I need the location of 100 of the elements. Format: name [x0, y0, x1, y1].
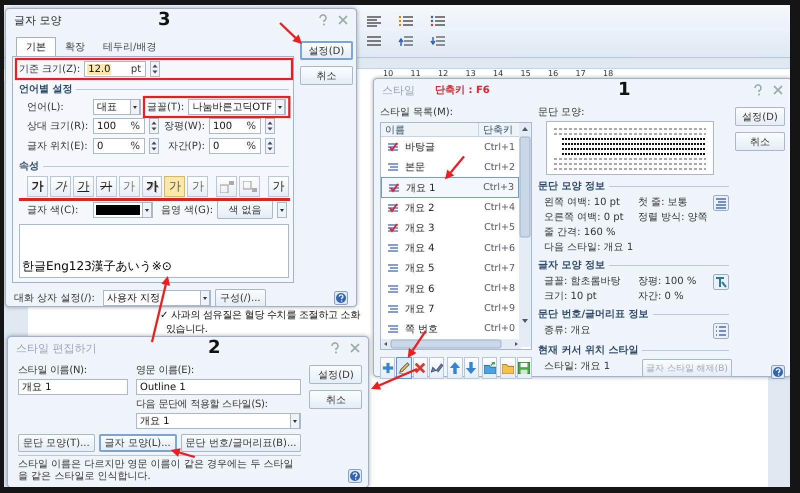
button[interactable]: 설정(D): [735, 107, 785, 126]
font-dropdown[interactable]: 나눔바른고딕OTF: [188, 99, 286, 115]
info-text: 정렬 방식: 양쪽: [638, 211, 709, 224]
window-title: 글자 모양: [14, 12, 62, 28]
up-arrow-icon: [448, 362, 461, 374]
button[interactable]: 구성(/)...: [214, 289, 266, 307]
paragraph-format-icon[interactable]: [366, 15, 382, 27]
text-field[interactable]: 개요 1: [18, 379, 128, 395]
field-label: 상대 크기(R):: [26, 120, 89, 133]
button[interactable]: 글자 모양(L)...: [98, 434, 177, 452]
button[interactable]: 문단 모양(T)...: [18, 434, 95, 452]
tab[interactable]: 확장: [56, 38, 94, 56]
section-label: 문단 번호/글머리표 정보: [538, 308, 649, 321]
color-button[interactable]: 색 없음: [217, 200, 274, 219]
toolbar-button[interactable]: [412, 357, 428, 379]
size-field[interactable]: 12.0 pt: [84, 61, 146, 77]
info-text: 줄 간격: 160 %: [544, 226, 616, 239]
text-effect-button[interactable]: 가: [96, 176, 117, 197]
text-effect-button[interactable]: 가: [72, 176, 94, 197]
checked-lines-icon: [387, 202, 399, 213]
ruler-number: 10: [383, 69, 394, 80]
text-effect-button[interactable]: 가: [187, 176, 208, 197]
button[interactable]: 문단 번호/글머리표(B)...: [180, 434, 302, 452]
spin-buttons-icon[interactable]: [265, 118, 275, 134]
section-label: 언어별 설정: [19, 83, 72, 96]
help-icon[interactable]: [348, 469, 362, 483]
step-number: 2: [208, 338, 221, 358]
tab[interactable]: 기본: [16, 37, 56, 56]
info-text: 장평: 100 %: [638, 275, 698, 288]
checked-lines-icon: [387, 222, 399, 233]
checked-lines-icon: [388, 182, 400, 193]
style-list-item[interactable]: 개요 6 Ctrl+8: [381, 278, 519, 299]
ruler-number: 15: [520, 69, 532, 80]
info-text: 크기: 10 pt: [544, 290, 598, 303]
number-field[interactable]: 100 %: [209, 118, 261, 134]
info-text: 종류: 개요: [544, 324, 592, 337]
lines-icon: [387, 162, 399, 172]
field-label: 다음 문단에 적용할 스타일(S):: [136, 398, 268, 411]
spin-buttons-icon[interactable]: [149, 118, 159, 134]
text-effect-button[interactable]: [239, 176, 260, 197]
style-list-item[interactable]: 본문 Ctrl+2: [381, 157, 519, 178]
number-field[interactable]: 0 %: [209, 138, 261, 154]
toolbar-button[interactable]: [482, 357, 498, 379]
number-field[interactable]: 100 %: [93, 118, 145, 134]
style-list-item[interactable]: 쪽 번호 Ctrl+0: [381, 318, 519, 340]
toolbar-button[interactable]: [428, 357, 444, 379]
paragraph-format-icon[interactable]: [366, 35, 382, 47]
info-text: 다음 스타일: 개요 1: [544, 241, 634, 254]
spin-buttons-icon[interactable]: [149, 138, 159, 154]
field-label: 장평(W):: [162, 120, 205, 133]
number-field[interactable]: 0 %: [93, 138, 145, 154]
text-effect-button[interactable]: 가: [268, 176, 289, 197]
text-effect-button[interactable]: 가: [118, 176, 140, 197]
vertical-scrollbar[interactable]: [519, 123, 531, 347]
numbering-settings-icon[interactable]: [713, 323, 729, 339]
lines-icon: [387, 263, 399, 274]
help-icon[interactable]: [334, 291, 348, 305]
paragraph-format-icon[interactable]: [398, 15, 414, 27]
style-dropdown[interactable]: 개요 1: [136, 413, 302, 429]
text-effect-button[interactable]: 가: [142, 176, 162, 197]
ruler-number: 13: [466, 69, 477, 80]
language-dropdown[interactable]: 대표: [93, 99, 141, 115]
button[interactable]: 취소: [300, 66, 353, 85]
field-label: 자간(P):: [166, 140, 205, 153]
text-effect-button[interactable]: 가: [27, 176, 48, 197]
paragraph-format-icon[interactable]: [430, 15, 446, 27]
button[interactable]: 취소: [309, 390, 362, 409]
button[interactable]: 설정(D): [309, 365, 362, 384]
button[interactable]: 설정(D): [300, 41, 353, 60]
style-list-item[interactable]: 바탕글 Ctrl+1: [381, 137, 519, 158]
spin-buttons-icon[interactable]: [265, 138, 275, 154]
style-list-item[interactable]: 개요 3 Ctrl+5: [381, 218, 519, 238]
color-dropdown[interactable]: [93, 202, 153, 218]
ruler-number: 18: [603, 69, 614, 80]
toolbar-button[interactable]: [516, 357, 532, 379]
style-list-item[interactable]: 개요 4 Ctrl+6: [381, 238, 519, 258]
spin-buttons-icon[interactable]: [150, 61, 160, 77]
style-list-item[interactable]: 개요 7 Ctrl+9: [381, 298, 519, 319]
text-field[interactable]: Outline 1: [136, 379, 302, 395]
settings-dropdown[interactable]: 사용자 지정: [102, 290, 211, 306]
help-icon[interactable]: [771, 365, 785, 379]
button[interactable]: 취소: [735, 132, 785, 151]
tab[interactable]: 테두리/배경: [94, 38, 166, 56]
paragraph-format-icon[interactable]: [398, 35, 414, 47]
text-effect-button[interactable]: 가: [164, 176, 186, 197]
document-text: ✓ 사과의 섬유질은 혈당 수치를 조절하고 소화: [160, 309, 360, 323]
text-effect-button[interactable]: [216, 176, 238, 197]
field-label: 문단 모양:: [538, 106, 586, 119]
paragraph-format-icon[interactable]: [430, 35, 446, 47]
lines-icon: [387, 304, 399, 314]
paragraph-settings-icon[interactable]: [713, 195, 729, 211]
field-label: 글꼴(T):: [147, 101, 184, 114]
style-list-item[interactable]: 개요 1 Ctrl+3: [381, 177, 519, 198]
style-list-item[interactable]: 개요 2 Ctrl+4: [381, 198, 519, 218]
section-label: 문단 모양 정보: [538, 180, 605, 193]
lines-icon: [387, 324, 399, 334]
font-settings-icon[interactable]: [713, 274, 729, 290]
text-effect-button[interactable]: 가: [50, 176, 71, 197]
horizontal-scrollbar[interactable]: [381, 339, 521, 350]
style-list-item[interactable]: 개요 5 Ctrl+7: [381, 258, 519, 278]
